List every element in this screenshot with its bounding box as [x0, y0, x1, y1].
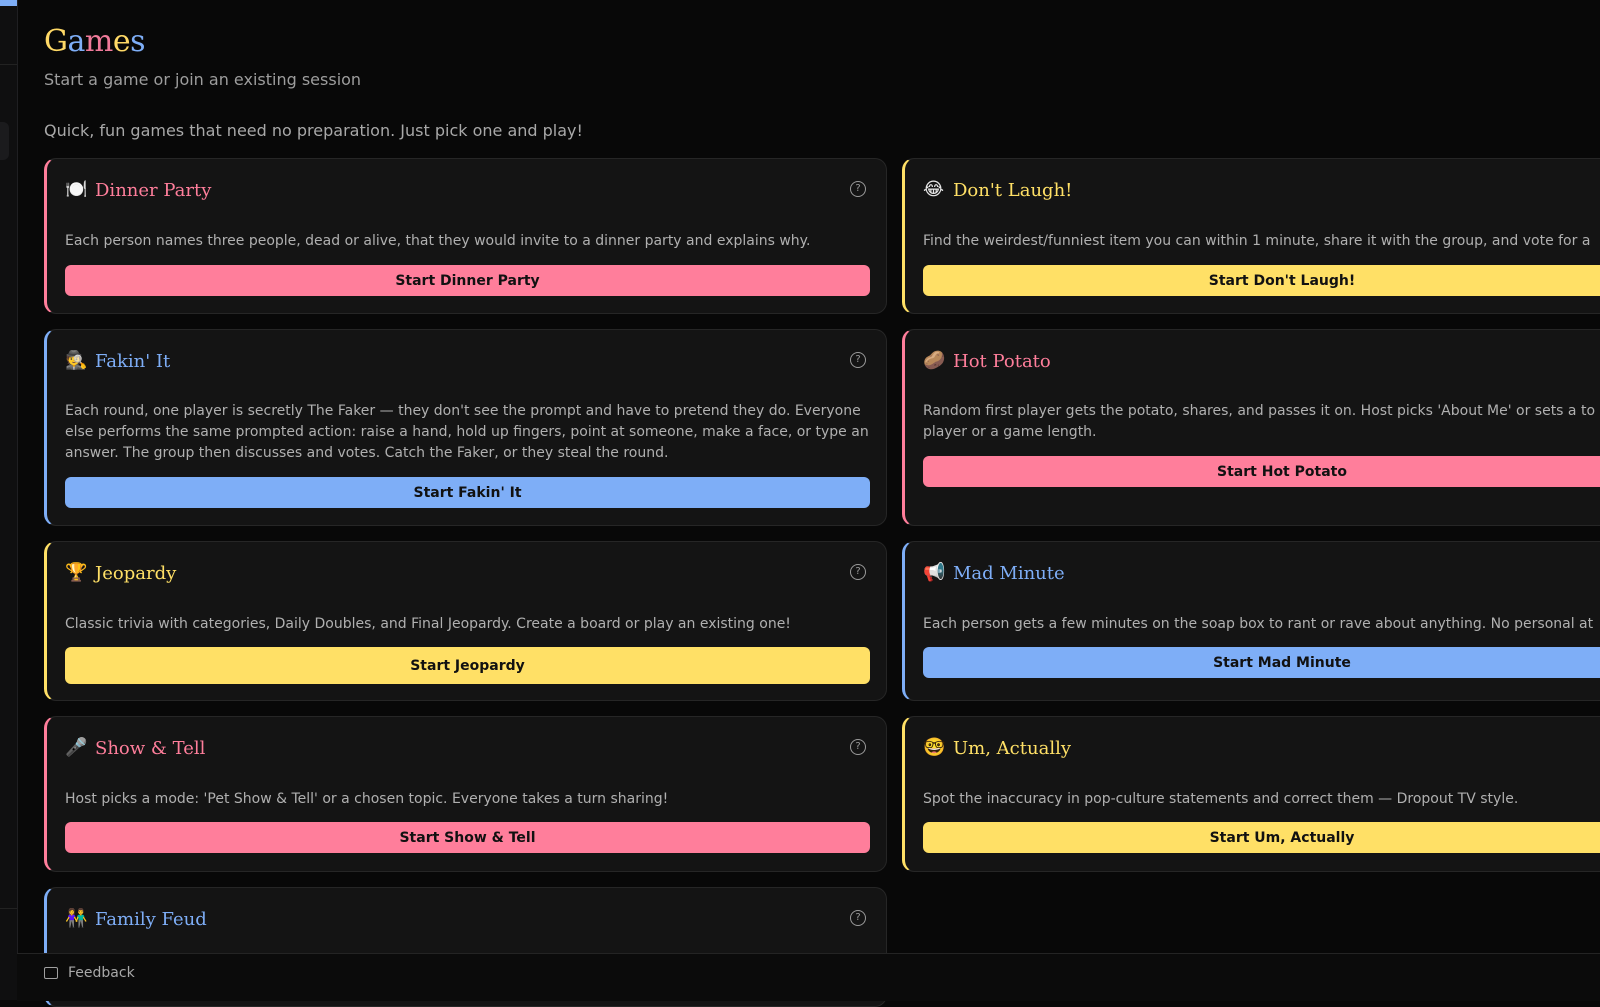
game-card-dont-laugh: 😂 Don't Laugh! Find the weirdest/funnies…: [902, 158, 1600, 314]
game-title: Show & Tell: [95, 737, 206, 759]
title-letter: a: [67, 24, 85, 59]
page-subtitle: Start a game or join an existing session: [44, 70, 362, 89]
trophy-icon: 🏆: [65, 562, 88, 583]
start-um-actually-button[interactable]: Start Um, Actually: [923, 822, 1600, 853]
start-hot-potato-button[interactable]: Start Hot Potato: [923, 456, 1600, 487]
detective-icon: 🕵️: [65, 350, 88, 371]
start-mad-minute-button[interactable]: Start Mad Minute: [923, 647, 1600, 678]
game-card-fakin-it: 🕵️ Fakin' It ? Each round, one player is…: [44, 329, 887, 526]
start-dinner-party-button[interactable]: Start Dinner Party: [65, 265, 870, 296]
start-jeopardy-button[interactable]: Start Jeopardy: [65, 647, 870, 684]
game-card-jeopardy: 🏆 Jeopardy ? Classic trivia with categor…: [44, 541, 887, 701]
nerd-face-icon: 🤓: [923, 737, 946, 758]
help-icon[interactable]: ?: [850, 181, 866, 197]
game-description: Each person gets a few minutes on the so…: [923, 616, 1594, 632]
game-description: Each person names three people, dead or …: [65, 233, 811, 249]
title-letter: m: [84, 24, 113, 59]
laughing-face-icon: 😂: [923, 179, 945, 200]
game-title: Jeopardy: [95, 562, 177, 584]
game-title: Fakin' It: [95, 350, 171, 372]
help-icon[interactable]: ?: [850, 910, 866, 926]
megaphone-icon: 📢: [923, 562, 946, 583]
start-dont-laugh-button[interactable]: Start Don't Laugh!: [923, 265, 1600, 296]
game-description: Classic trivia with categories, Daily Do…: [65, 616, 791, 632]
game-title: Mad Minute: [953, 562, 1065, 584]
game-card-hot-potato: 🥔 Hot Potato Random first player gets th…: [902, 329, 1600, 526]
people-icon: 👫: [65, 908, 88, 929]
game-card-show-and-tell: 🎤 Show & Tell ? Host picks a mode: 'Pet …: [44, 716, 887, 872]
title-letter: e: [112, 24, 131, 59]
feedback-link[interactable]: Feedback: [68, 965, 135, 981]
help-icon[interactable]: ?: [850, 739, 866, 755]
game-description: Find the weirdest/funniest item you can …: [923, 233, 1591, 249]
game-card-mad-minute: 📢 Mad Minute Each person gets a few minu…: [902, 541, 1600, 701]
game-card-dinner-party: 🍽️ Dinner Party ? Each person names thre…: [44, 158, 887, 314]
game-card-um-actually: 🤓 Um, Actually Spot the inaccuracy in po…: [902, 716, 1600, 872]
game-description: Spot the inaccuracy in pop-culture state…: [923, 791, 1519, 807]
sidebar-active-item[interactable]: [0, 122, 9, 160]
plate-icon: 🍽️: [65, 179, 88, 200]
main-content: Games Start a game or join an existing s…: [44, 0, 1600, 1007]
game-title: Hot Potato: [953, 350, 1051, 372]
game-title: Dinner Party: [95, 179, 212, 201]
footer-bar: Feedback: [17, 953, 1600, 1001]
microphone-icon: 🎤: [65, 737, 88, 758]
game-title: Family Feud: [95, 908, 207, 930]
title-letter: G: [44, 24, 68, 59]
game-description: Each round, one player is secretly The F…: [65, 403, 869, 461]
sidebar-divider-bottom: [0, 908, 17, 909]
sidebar-accent: [0, 0, 17, 6]
start-show-and-tell-button[interactable]: Start Show & Tell: [65, 822, 870, 853]
page-title: Games: [44, 24, 145, 59]
potato-icon: 🥔: [923, 350, 946, 371]
help-icon[interactable]: ?: [850, 352, 866, 368]
message-square-icon[interactable]: [44, 967, 58, 979]
title-letter: s: [130, 24, 145, 59]
sidebar-divider: [0, 64, 17, 65]
help-icon[interactable]: ?: [850, 564, 866, 580]
sidebar: [0, 0, 18, 1000]
start-fakin-it-button[interactable]: Start Fakin' It: [65, 477, 870, 508]
game-description: Host picks a mode: 'Pet Show & Tell' or …: [65, 791, 669, 807]
game-description: Random first player gets the potato, sha…: [923, 403, 1600, 440]
game-title: Don't Laugh!: [953, 179, 1073, 201]
games-intro: Quick, fun games that need no preparatio…: [44, 121, 583, 140]
game-title: Um, Actually: [953, 737, 1072, 759]
